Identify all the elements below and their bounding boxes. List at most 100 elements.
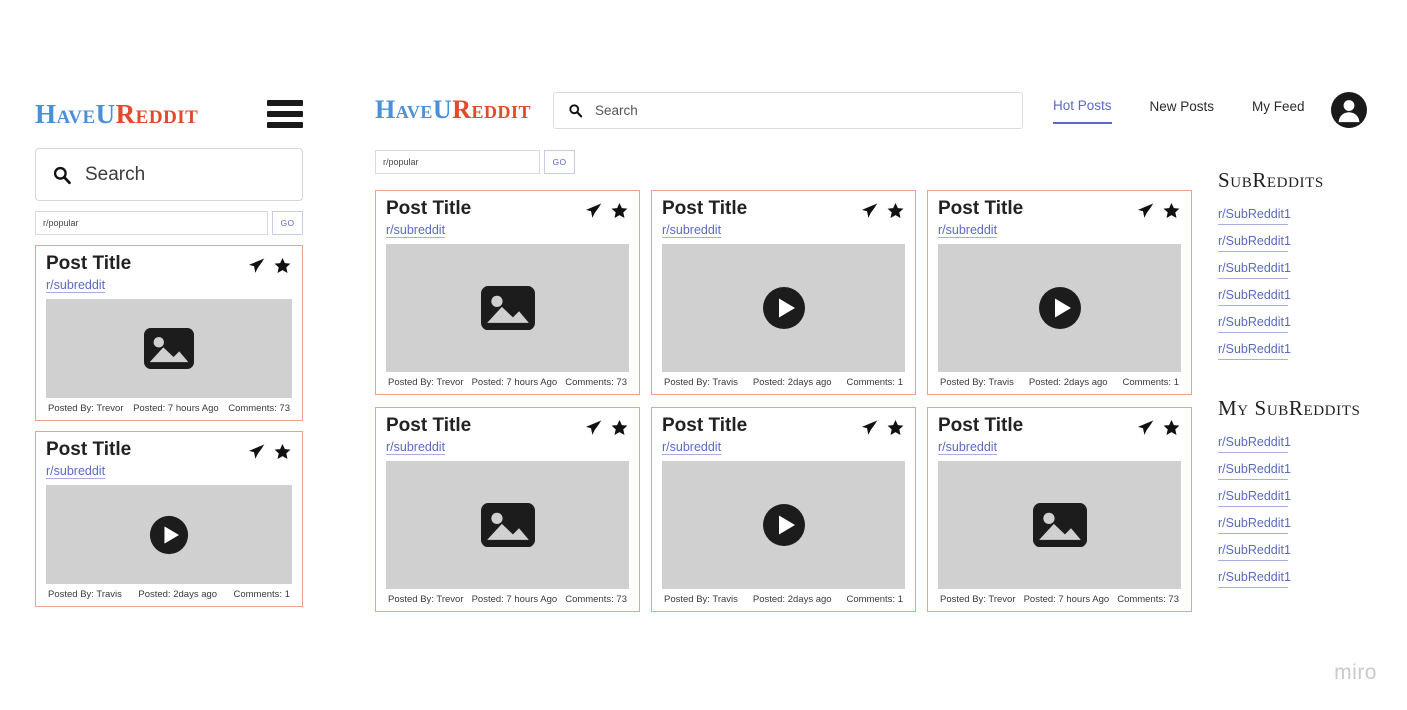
my-subreddit-link[interactable]: r/SubReddit1 [1218,489,1291,507]
post-media-image[interactable] [386,461,629,589]
post-time: Posted: 2days ago [752,594,832,605]
post-subreddit-link[interactable]: r/subreddit [386,440,445,454]
star-icon[interactable] [610,201,629,220]
star-icon[interactable] [886,201,905,220]
my-subreddit-link[interactable]: r/SubReddit1 [1218,570,1291,588]
share-paper-plane-icon[interactable] [247,256,266,275]
post-card[interactable]: Post Title r/subreddit Posted By: Travis Po… [927,190,1192,395]
post-subreddit-link[interactable]: r/subreddit [46,278,105,292]
post-comments: Comments: 73 [228,403,290,414]
subreddit-link[interactable]: r/SubReddit1 [1218,234,1291,252]
post-footer: Posted By: Trevor Posted: 7 hours Ago Comm… [46,398,292,420]
share-paper-plane-icon[interactable] [1136,201,1155,220]
video-play-icon [1038,286,1082,330]
post-subreddit-link[interactable]: r/subreddit [662,223,721,237]
post-comments: Comments: 1 [1122,377,1180,388]
post-card-header: Post Title [386,199,629,220]
my-subreddit-link[interactable]: r/SubReddit1 [1218,462,1291,480]
post-card-header: Post Title [662,416,905,437]
post-media-video[interactable] [46,485,292,584]
post-card-header: Post Title [386,416,629,437]
post-comments: Comments: 73 [1117,594,1179,605]
subreddit-link[interactable]: r/SubReddit1 [1218,261,1291,279]
post-media-video[interactable] [662,244,905,372]
post-action-icons [1136,416,1181,437]
mobile-preview-panel: HaveUReddit Search r/popular GO Post Tit… [35,92,303,607]
post-author: Posted By: Travis [940,377,1014,388]
subreddits-heading: SubReddits [1218,168,1324,192]
main-search-input[interactable]: Search [552,92,1023,129]
post-card-header: Post Title [46,254,292,275]
app-logo-main[interactable]: HaveUReddit [375,92,531,128]
hamburger-menu-icon[interactable] [267,100,303,128]
nav-link-new-posts[interactable]: New Posts [1150,99,1215,123]
app-logo-mobile[interactable]: HaveUReddit [35,99,198,130]
video-play-icon [762,503,806,547]
share-paper-plane-icon[interactable] [247,442,266,461]
post-subreddit-link[interactable]: r/subreddit [386,223,445,237]
post-subreddit-link[interactable]: r/subreddit [938,440,997,454]
post-author: Posted By: Trevor [48,403,124,414]
star-icon[interactable] [273,256,292,275]
logo-part-a: HaveU [35,98,116,129]
share-paper-plane-icon[interactable] [860,418,879,437]
post-comments: Comments: 73 [565,594,627,605]
subreddit-link[interactable]: r/SubReddit1 [1218,207,1291,225]
main-subreddit-input[interactable]: r/popular [375,150,540,174]
star-icon[interactable] [273,442,292,461]
post-card[interactable]: Post Title r/subreddit Posted By: Trevor Po… [375,407,640,612]
post-card[interactable]: Post Title r/subreddit Posted By: Trevor Po… [35,245,303,421]
post-card[interactable]: Post Title r/subreddit Posted By: Travis Po… [651,407,916,612]
nav-link-hot-posts[interactable]: Hot Posts [1052,98,1112,124]
subreddit-link[interactable]: r/SubReddit1 [1218,315,1291,333]
share-paper-plane-icon[interactable] [584,201,603,220]
nav-link-my-feed[interactable]: My Feed [1252,99,1305,123]
post-media-video[interactable] [938,244,1181,372]
post-title: Post Title [938,198,1024,219]
post-subreddit-link[interactable]: r/subreddit [662,440,721,454]
post-footer: Posted By: Travis Posted: 2days ago Commen… [938,372,1181,394]
subreddits-list: r/SubReddit1 r/SubReddit1 r/SubReddit1 r/Su… [1218,207,1388,360]
post-action-icons [584,199,629,220]
my-subreddit-link[interactable]: r/SubReddit1 [1218,516,1291,534]
star-icon[interactable] [1162,418,1181,437]
post-author: Posted By: Trevor [940,594,1016,605]
my-subreddits-section: My SubReddits r/SubReddit1 r/SubReddit1 r/… [1218,396,1388,588]
star-icon[interactable] [1162,201,1181,220]
post-footer: Posted By: Trevor Posted: 7 hours Ago Comm… [386,589,629,611]
post-media-video[interactable] [662,461,905,589]
post-action-icons [1136,199,1181,220]
post-title: Post Title [386,198,472,219]
post-card[interactable]: Post Title r/subreddit Posted By: Trevor Po… [927,407,1192,612]
post-card[interactable]: Post Title r/subreddit Posted By: Travis Po… [651,190,916,395]
post-comments: Comments: 73 [565,377,627,388]
subreddit-link[interactable]: r/SubReddit1 [1218,342,1291,360]
user-avatar-icon[interactable] [1330,92,1367,128]
post-card[interactable]: Post Title r/subreddit Posted By: Trevor Po… [375,190,640,395]
share-paper-plane-icon[interactable] [860,201,879,220]
my-subreddit-link[interactable]: r/SubReddit1 [1218,543,1291,561]
subreddit-link[interactable]: r/SubReddit1 [1218,288,1291,306]
my-subreddit-link[interactable]: r/SubReddit1 [1218,435,1291,453]
mobile-search-input[interactable]: Search [35,148,303,201]
star-icon[interactable] [886,418,905,437]
post-card-header: Post Title [938,416,1181,437]
post-media-image[interactable] [386,244,629,372]
post-footer: Posted By: Travis Posted: 2days ago Commen… [662,589,905,611]
post-author: Posted By: Travis [48,589,122,600]
mobile-subreddit-input[interactable]: r/popular [35,211,268,235]
post-media-image[interactable] [46,299,292,398]
post-card-header: Post Title [46,440,292,461]
mobile-go-button[interactable]: GO [272,211,303,235]
post-card[interactable]: Post Title r/subreddit Posted By: Travis Po… [35,431,303,607]
post-author: Posted By: Trevor [388,377,464,388]
main-go-button[interactable]: GO [544,150,575,174]
post-subreddit-link[interactable]: r/subreddit [938,223,997,237]
post-subreddit-link[interactable]: r/subreddit [46,464,105,478]
share-paper-plane-icon[interactable] [1136,418,1155,437]
post-media-image[interactable] [938,461,1181,589]
post-comments: Comments: 1 [846,377,904,388]
share-paper-plane-icon[interactable] [584,418,603,437]
post-comments: Comments: 1 [233,589,291,600]
star-icon[interactable] [610,418,629,437]
